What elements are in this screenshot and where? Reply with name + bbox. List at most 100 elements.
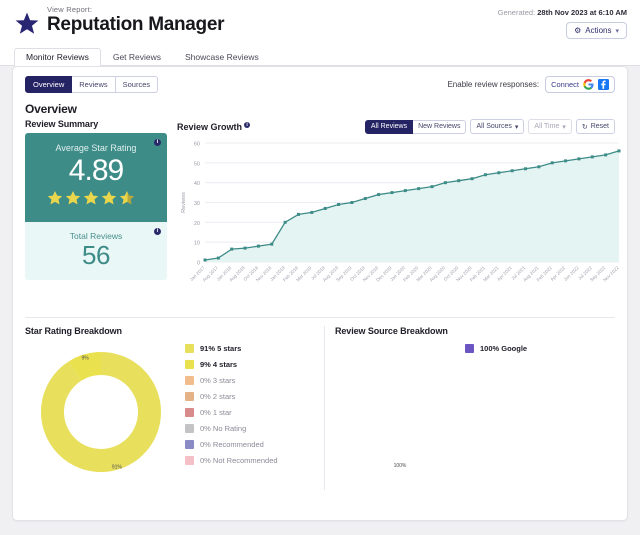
tab-showcase-reviews[interactable]: Showcase Reviews [173, 48, 271, 66]
refresh-icon: ↻ [582, 123, 588, 131]
legend-item[interactable]: 0% 2 stars [185, 392, 278, 401]
total-reviews-box: i Total Reviews 56 [25, 222, 167, 281]
legend-item[interactable]: 0% Recommended [185, 440, 278, 449]
review-growth-chart: 0102030405060ReviewsJan 2017Aug 2017Jan … [177, 137, 615, 307]
legend-item[interactable]: 9% 4 stars [185, 360, 278, 369]
legend-swatch [185, 344, 194, 353]
all-sources-label: All Sources [476, 123, 511, 130]
legend-item[interactable]: 0% 1 star [185, 408, 278, 417]
connect-button[interactable]: Connect [545, 76, 615, 93]
actions-button[interactable]: ⚙ Actions ▾ [566, 22, 627, 39]
filter-all-reviews[interactable]: All Reviews [365, 120, 413, 134]
legend-swatch [185, 408, 194, 417]
gear-icon: ⚙ [574, 26, 581, 35]
legend-label: 0% No Rating [200, 424, 246, 433]
svg-text:Jun 2022: Jun 2022 [563, 265, 580, 282]
all-time-label: All Time [534, 123, 559, 130]
legend-item[interactable]: 0% Not Recommended [185, 456, 278, 465]
legend-swatch [185, 360, 194, 369]
reset-label: Reset [591, 123, 609, 130]
chevron-down-icon: ▾ [562, 123, 566, 131]
legend-swatch [185, 392, 194, 401]
star-rating-donut: 91%9% [25, 340, 185, 490]
filter-new-reviews[interactable]: New Reviews [413, 120, 466, 134]
info-icon[interactable]: i [244, 122, 250, 128]
average-rating-value: 4.89 [33, 155, 159, 187]
star-icon [14, 11, 40, 37]
source-breakdown-body: 100% 100% Google [335, 340, 615, 480]
legend-item[interactable]: 100% Google [465, 344, 527, 353]
star-breakdown-title: Star Rating Breakdown [25, 326, 316, 340]
header-right: Generated: 28th Nov 2023 at 6:10 AM ⚙ Ac… [498, 8, 627, 39]
main-tabs: Monitor Reviews Get Reviews Showcase Rev… [0, 47, 640, 66]
subtab-reviews[interactable]: Reviews [72, 76, 115, 93]
reset-button[interactable]: ↻ Reset [576, 119, 615, 134]
svg-text:91%: 91% [112, 465, 123, 471]
svg-text:40: 40 [194, 181, 200, 187]
total-reviews-label: Total Reviews [33, 231, 159, 241]
svg-text:50: 50 [194, 161, 200, 167]
tab-get-reviews[interactable]: Get Reviews [101, 48, 173, 66]
connect-label: Connect [551, 80, 579, 89]
legend-swatch [185, 424, 194, 433]
review-source-donut: 100% [335, 340, 465, 480]
legend-label: 9% 4 stars [200, 360, 237, 369]
svg-text:10: 10 [194, 241, 200, 247]
review-growth-panel: Review Growthi All Reviews New Reviews A… [177, 119, 615, 307]
filter-all-sources[interactable]: All Sources ▾ [470, 119, 524, 134]
enable-responses-label: Enable review responses: [447, 80, 539, 89]
svg-text:0: 0 [197, 261, 200, 267]
legend-swatch [185, 440, 194, 449]
top-section: Review Summary i Average Star Rating 4.8… [13, 119, 627, 307]
review-summary-panel: Review Summary i Average Star Rating 4.8… [25, 119, 167, 307]
review-growth-controls: All Reviews New Reviews All Sources ▾ Al… [365, 119, 615, 134]
info-icon[interactable]: i [154, 139, 161, 146]
legend-label: 100% Google [480, 344, 527, 353]
review-growth-title: Review Growthi [177, 122, 250, 132]
page-header: View Report: Reputation Manager Generate… [0, 0, 640, 47]
legend-label: 0% Not Recommended [200, 456, 278, 465]
legend-label: 0% 2 stars [200, 392, 235, 401]
generated-timestamp: Generated: 28th Nov 2023 at 6:10 AM [498, 8, 627, 17]
legend-label: 0% 1 star [200, 408, 232, 417]
legend-item[interactable]: 0% No Rating [185, 424, 278, 433]
overview-card: Overview Reviews Sources Enable review r… [12, 66, 628, 521]
subtab-row: Overview Reviews Sources Enable review r… [13, 67, 627, 93]
average-rating-label: Average Star Rating [33, 143, 159, 153]
subtab-sources[interactable]: Sources [116, 76, 159, 93]
legend-item[interactable]: 0% 3 stars [185, 376, 278, 385]
facebook-icon [598, 79, 609, 90]
info-icon[interactable]: i [154, 228, 161, 235]
star-breakdown-body: 91%9% 91% 5 stars 9% 4 stars 0% 3 stars 0% … [25, 340, 316, 490]
enable-review-responses: Enable review responses: Connect [447, 76, 615, 93]
filter-all-time[interactable]: All Time ▾ [528, 119, 571, 134]
chevron-down-icon: ▾ [615, 27, 619, 35]
review-type-segment: All Reviews New Reviews [365, 120, 467, 134]
svg-text:30: 30 [194, 201, 200, 207]
chevron-down-icon: ▾ [515, 123, 519, 131]
subtabs: Overview Reviews Sources [25, 76, 158, 93]
eyebrow-label: View Report: [47, 6, 224, 14]
tab-monitor-reviews[interactable]: Monitor Reviews [14, 48, 101, 66]
generated-value: 28th Nov 2023 at 6:10 AM [537, 8, 627, 17]
legend-swatch [185, 456, 194, 465]
source-breakdown-panel: Review Source Breakdown 100% 100% Google [325, 326, 615, 490]
bottom-section: Star Rating Breakdown 91%9% 91% 5 stars9… [13, 318, 627, 490]
legend-label: 91% 5 stars [200, 344, 241, 353]
legend-item[interactable]: 91% 5 stars [185, 344, 278, 353]
page-title: Reputation Manager [47, 15, 224, 35]
actions-label: Actions [585, 26, 611, 35]
star-breakdown-panel: Star Rating Breakdown 91%9% 91% 5 stars9… [25, 326, 325, 490]
total-reviews-value: 56 [33, 241, 159, 270]
review-growth-header: Review Growthi All Reviews New Reviews A… [177, 119, 615, 137]
legend-label: 0% Recommended [200, 440, 264, 449]
review-growth-title-text: Review Growth [177, 122, 242, 132]
generated-label: Generated: [498, 8, 536, 17]
svg-text:100%: 100% [394, 463, 407, 469]
overview-heading: Overview [13, 93, 627, 119]
report-page: View Report: Reputation Manager Generate… [0, 0, 640, 535]
subtab-overview[interactable]: Overview [25, 76, 72, 93]
svg-text:20: 20 [194, 221, 200, 227]
star-breakdown-legend: 91% 5 stars 9% 4 stars 0% 3 stars 0% 2 star… [185, 340, 278, 472]
svg-text:Reviews: Reviews [181, 192, 187, 213]
